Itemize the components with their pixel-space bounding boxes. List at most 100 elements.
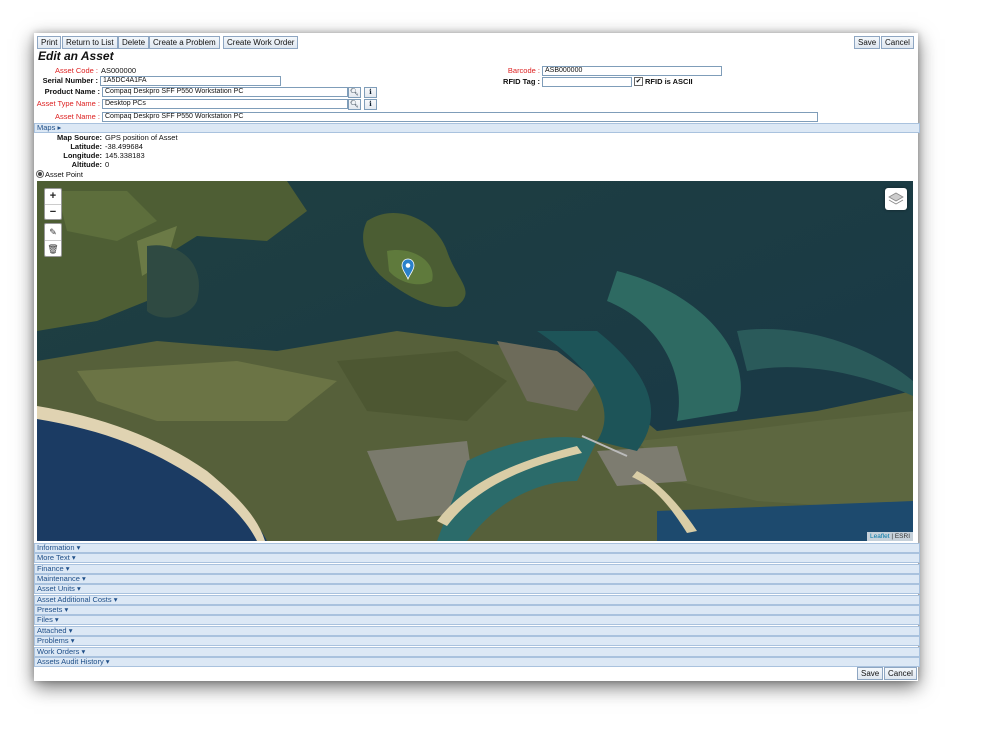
section-files[interactable]: Files ▾ <box>34 615 920 626</box>
info-icon: ℹ <box>369 89 372 96</box>
zoom-control: + − <box>44 188 62 220</box>
barcode-label: Barcode : <box>507 66 540 75</box>
trash-icon: 🗑︎ <box>47 244 59 254</box>
section-label: Asset Additional Costs <box>37 594 112 604</box>
asset-type-label: Asset Type Name : <box>36 99 100 108</box>
asset-type-info-button[interactable]: ℹ <box>364 99 377 110</box>
map-attribution: Leaflet | ESRI <box>866 532 913 541</box>
section-maintenance[interactable]: Maintenance ▾ <box>34 574 920 585</box>
asset-type-field[interactable]: Desktop PCs <box>102 99 348 109</box>
product-search-button[interactable]: 🔍︎ <box>348 87 361 98</box>
longitude-label: Longitude: <box>63 151 102 160</box>
delete-button[interactable]: Delete <box>118 36 150 49</box>
draw-toolbar: ✎ 🗑︎ <box>44 223 62 257</box>
caret-down-icon: ▾ <box>79 574 86 584</box>
caret-right-icon: ▸ <box>57 123 62 132</box>
asset-code-value: AS000000 <box>101 66 137 75</box>
caret-down-icon: ▾ <box>74 584 81 594</box>
latitude-label: Latitude: <box>70 142 102 151</box>
rfid-ascii-checkbox[interactable]: ✔ <box>634 77 643 86</box>
rfid-tag-label: RFID Tag : <box>503 77 540 86</box>
section-asset-units[interactable]: Asset Units ▾ <box>34 584 920 595</box>
longitude-value: 145.338183 <box>105 151 145 160</box>
map-source-value: GPS position of Asset <box>105 133 178 142</box>
section-asset-additional-costs[interactable]: Asset Additional Costs ▾ <box>34 594 920 605</box>
zoom-in-button[interactable]: + <box>45 189 61 205</box>
asset-point-radio[interactable] <box>36 170 44 178</box>
section-work-orders[interactable]: Work Orders ▾ <box>34 646 920 657</box>
search-icon: 🔍︎ <box>350 89 359 96</box>
asset-name-label: Asset Name : <box>54 112 100 121</box>
asset-location-marker-icon[interactable] <box>401 258 415 280</box>
asset-point-label: Asset Point <box>45 170 83 179</box>
zoom-out-button[interactable]: − <box>45 205 61 220</box>
section-label: Maintenance <box>37 574 80 584</box>
map-source-label: Map Source: <box>56 133 102 142</box>
create-work-order-button[interactable]: Create Work Order <box>223 36 299 49</box>
caret-down-icon: ▾ <box>111 594 118 604</box>
section-label: More Text <box>37 553 70 563</box>
asset-code-label: Asset Code : <box>55 66 98 75</box>
latitude-value: -38.499684 <box>105 142 143 151</box>
print-button[interactable]: Print <box>37 36 62 49</box>
caret-down-icon: ▾ <box>103 656 110 666</box>
product-info-button[interactable]: ℹ <box>364 87 377 98</box>
product-name-label: Product Name : <box>44 87 100 96</box>
caret-down-icon: ▾ <box>69 553 76 563</box>
save-button-bottom[interactable]: Save <box>857 667 884 680</box>
section-presets[interactable]: Presets ▾ <box>34 605 920 616</box>
save-button-top[interactable]: Save <box>854 36 881 49</box>
product-name-field[interactable]: Compaq Deskpro SFF P550 Workstation PC <box>102 87 348 97</box>
maps-section-label: Maps <box>37 123 56 132</box>
rfid-ascii-label: RFID is ASCII <box>645 77 693 86</box>
delete-layers-button[interactable]: 🗑︎ <box>45 241 61 257</box>
section-label: Finance <box>37 563 64 573</box>
section-assets-audit-history[interactable]: Assets Audit History ▾ <box>34 656 920 667</box>
section-attached[interactable]: Attached ▾ <box>34 625 920 636</box>
section-label: Assets Audit History <box>37 656 104 666</box>
edit-asset-window: Print Return to List Delete Create a Pro… <box>34 33 920 681</box>
barcode-field[interactable]: ASB000000 <box>542 66 722 76</box>
asset-name-field[interactable]: Compaq Deskpro SFF P550 Workstation PC <box>102 112 818 122</box>
layers-icon <box>888 192 904 205</box>
serial-number-field[interactable]: 1A5DC4A1FA <box>100 76 281 86</box>
edit-layers-button[interactable]: ✎ <box>45 224 61 241</box>
section-finance[interactable]: Finance ▾ <box>34 563 920 574</box>
page-title: Edit an Asset <box>38 49 114 63</box>
serial-number-label: Serial Number : <box>42 76 98 85</box>
maps-section-header[interactable]: Maps ▸ <box>34 123 920 133</box>
cancel-button-bottom[interactable]: Cancel <box>884 667 917 680</box>
leaflet-link[interactable]: Leaflet <box>870 533 890 540</box>
esri-attribution: ESRI <box>894 533 910 540</box>
layers-button[interactable] <box>885 188 907 210</box>
search-icon: 🔍︎ <box>350 101 359 108</box>
section-problems[interactable]: Problems ▾ <box>34 636 920 647</box>
asset-type-search-button[interactable]: 🔍︎ <box>348 99 361 110</box>
section-label: Problems <box>37 636 69 646</box>
caret-down-icon: ▾ <box>52 615 59 625</box>
satellite-imagery <box>37 181 913 541</box>
return-to-list-button[interactable]: Return to List <box>62 36 118 49</box>
section-label: Files <box>37 615 53 625</box>
edit-icon: ✎ <box>49 227 57 237</box>
cancel-button-top[interactable]: Cancel <box>881 36 914 49</box>
altitude-label: Altitude: <box>71 160 102 169</box>
caret-down-icon: ▾ <box>79 646 86 656</box>
section-more-text[interactable]: More Text ▾ <box>34 553 920 564</box>
section-label: Attached <box>37 625 67 635</box>
create-problem-button[interactable]: Create a Problem <box>149 36 220 49</box>
caret-down-icon: ▾ <box>63 563 70 573</box>
section-label: Information <box>37 543 75 552</box>
info-icon: ℹ <box>369 101 372 108</box>
caret-down-icon: ▾ <box>74 543 81 552</box>
caret-down-icon: ▾ <box>62 605 69 615</box>
rfid-tag-field[interactable] <box>542 77 632 87</box>
section-label: Presets <box>37 605 63 615</box>
section-label: Asset Units <box>37 584 75 594</box>
section-information[interactable]: Information ▾ <box>34 543 920 553</box>
section-label: Work Orders <box>37 646 80 656</box>
altitude-value: 0 <box>105 160 110 169</box>
caret-down-icon: ▾ <box>66 625 73 635</box>
caret-down-icon: ▾ <box>68 636 75 646</box>
satellite-map[interactable]: + − ✎ 🗑︎ Leaflet | ESRI <box>37 181 913 541</box>
